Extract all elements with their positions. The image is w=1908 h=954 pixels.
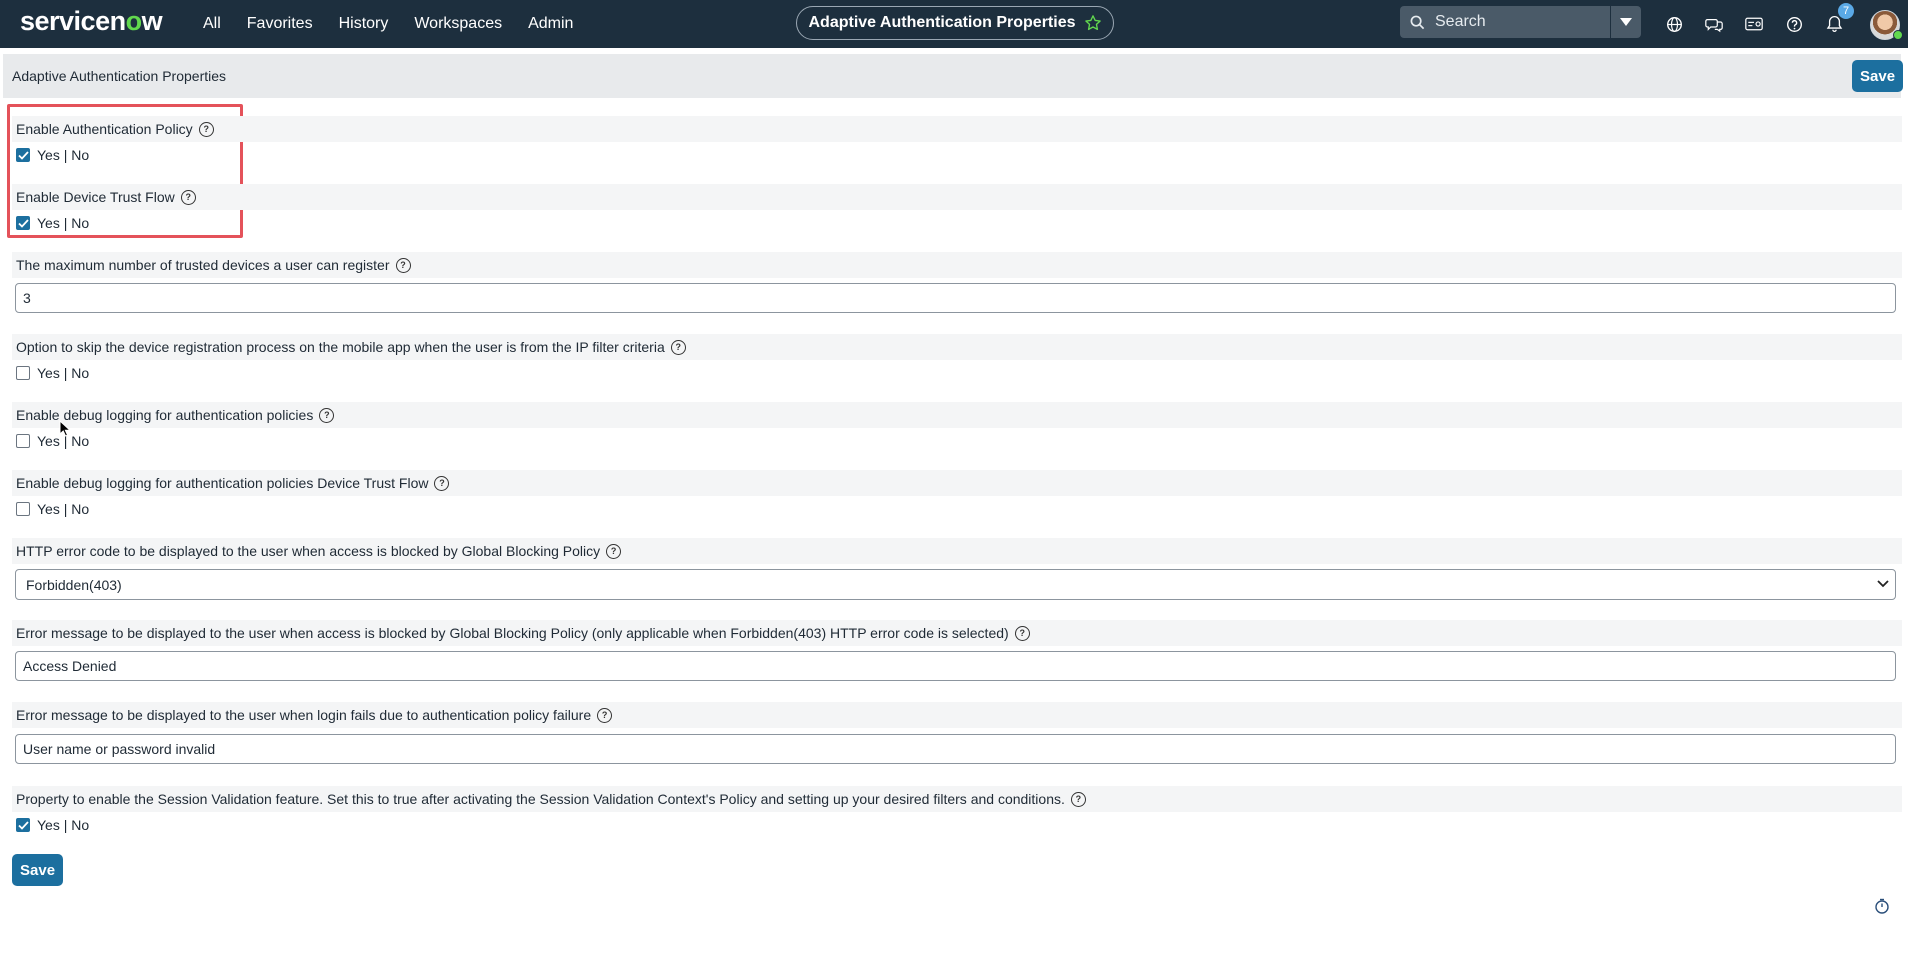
property-label-text: Error message to be displayed to the use… xyxy=(16,707,592,723)
search-placeholder: Search xyxy=(1435,13,1486,30)
property-label-max-trusted-devices: The maximum number of trusted devices a … xyxy=(12,252,1902,278)
save-button-bottom[interactable]: Save xyxy=(12,854,64,886)
search-icon xyxy=(1410,15,1425,29)
nav-link-favorites[interactable]: Favorites xyxy=(247,15,313,33)
property-label-text: Enable debug logging for authentication … xyxy=(16,475,429,491)
chevron-down-icon xyxy=(1877,580,1889,588)
property-label-text: HTTP error code to be displayed to the u… xyxy=(16,543,601,559)
yes-no-label: Yes | No xyxy=(37,817,90,833)
nav-link-history[interactable]: History xyxy=(339,15,389,33)
checkbox-unchecked[interactable] xyxy=(16,434,30,448)
mouse-cursor-icon xyxy=(59,420,71,437)
page-title-pill-text: Adaptive Authentication Properties xyxy=(808,14,1076,31)
http-error-code-select[interactable]: Forbidden(403) xyxy=(15,569,1896,600)
nav-link-workspaces[interactable]: Workspaces xyxy=(414,15,502,33)
property-label-text: Option to skip the device registration p… xyxy=(16,339,665,355)
blocked-error-message-input[interactable] xyxy=(15,651,1896,681)
yes-no-label: Yes | No xyxy=(37,365,90,381)
id-card-icon[interactable] xyxy=(1742,12,1766,36)
property-label-login-fail-message: Error message to be displayed to the use… xyxy=(12,702,1902,728)
page-title-pill[interactable]: Adaptive Authentication Properties xyxy=(796,6,1114,40)
select-value: Forbidden(403) xyxy=(26,576,122,593)
save-button-top[interactable]: Save xyxy=(1852,60,1904,92)
timer-icon[interactable] xyxy=(1874,898,1890,914)
property-label-debug-logging-device-trust: Enable debug logging for authentication … xyxy=(12,470,1902,496)
checkbox-unchecked[interactable] xyxy=(16,366,30,380)
checkbox-debug-logging-device-trust[interactable]: Yes | No xyxy=(16,500,89,518)
form-header: Adaptive Authentication Properties xyxy=(3,54,1901,98)
yes-no-label: Yes | No xyxy=(37,501,90,517)
checkbox-enable-device-trust-flow[interactable]: Yes | No xyxy=(16,214,89,232)
notification-count-badge: 7 xyxy=(1838,3,1854,19)
checkbox-checked-icon[interactable] xyxy=(16,818,30,832)
help-circle-icon[interactable] xyxy=(1782,12,1806,36)
max-trusted-devices-input[interactable] xyxy=(15,283,1896,313)
help-icon[interactable]: ? xyxy=(606,543,622,559)
yes-no-label: Yes | No xyxy=(37,215,90,231)
property-label-auth-policy: Enable Authentication Policy ? xyxy=(12,116,1902,142)
property-label-debug-logging: Enable debug logging for authentication … xyxy=(12,402,1902,428)
property-label-skip-device-registration: Option to skip the device registration p… xyxy=(12,334,1902,360)
caret-down-icon xyxy=(1620,18,1632,26)
checkbox-checked-icon[interactable] xyxy=(16,216,30,230)
checkbox-unchecked[interactable] xyxy=(16,502,30,516)
property-label-http-error-code: HTTP error code to be displayed to the u… xyxy=(12,538,1902,564)
help-icon[interactable]: ? xyxy=(395,257,411,273)
search-scope-dropdown[interactable] xyxy=(1611,6,1641,38)
servicenow-logo[interactable]: servicenow xyxy=(20,6,163,37)
login-fail-message-input[interactable] xyxy=(15,734,1896,764)
top-navigation-bar: servicenow All Favorites History Workspa… xyxy=(0,0,1908,48)
global-search-input[interactable]: Search xyxy=(1400,6,1610,38)
help-icon[interactable]: ? xyxy=(180,189,196,205)
property-label-text: Error message to be displayed to the use… xyxy=(16,625,1009,641)
property-label-session-validation: Property to enable the Session Validatio… xyxy=(12,786,1902,812)
form-header-title: Adaptive Authentication Properties xyxy=(12,68,227,84)
property-label-device-trust-flow: Enable Device Trust Flow ? xyxy=(12,184,1902,210)
globe-icon[interactable] xyxy=(1662,12,1686,36)
nav-link-all[interactable]: All xyxy=(203,15,221,33)
property-label-text: Property to enable the Session Validatio… xyxy=(16,791,1065,807)
checkbox-skip-device-registration[interactable]: Yes | No xyxy=(16,364,89,382)
yes-no-label: Yes | No xyxy=(37,147,90,163)
checkbox-enable-auth-policy[interactable]: Yes | No xyxy=(16,146,89,164)
checkbox-debug-logging[interactable]: Yes | No xyxy=(16,432,89,450)
chat-icon[interactable] xyxy=(1702,12,1726,36)
nav-links: All Favorites History Workspaces Admin xyxy=(190,0,586,48)
property-label-blocked-error-message: Error message to be displayed to the use… xyxy=(12,620,1902,646)
help-icon[interactable]: ? xyxy=(198,121,214,137)
help-icon[interactable]: ? xyxy=(597,707,613,723)
nav-link-admin[interactable]: Admin xyxy=(528,15,573,33)
checkbox-session-validation[interactable]: Yes | No xyxy=(16,816,89,834)
property-label-text: The maximum number of trusted devices a … xyxy=(16,257,390,273)
favorite-star-icon[interactable] xyxy=(1084,14,1102,32)
help-icon[interactable]: ? xyxy=(1070,791,1086,807)
property-label-text: Enable Device Trust Flow xyxy=(16,189,175,205)
online-status-dot xyxy=(1893,30,1903,40)
help-icon[interactable]: ? xyxy=(319,407,335,423)
checkbox-checked-icon[interactable] xyxy=(16,148,30,162)
help-icon[interactable]: ? xyxy=(670,339,686,355)
property-label-text: Enable Authentication Policy xyxy=(16,121,193,137)
help-icon[interactable]: ? xyxy=(434,475,450,491)
help-icon[interactable]: ? xyxy=(1014,625,1030,641)
